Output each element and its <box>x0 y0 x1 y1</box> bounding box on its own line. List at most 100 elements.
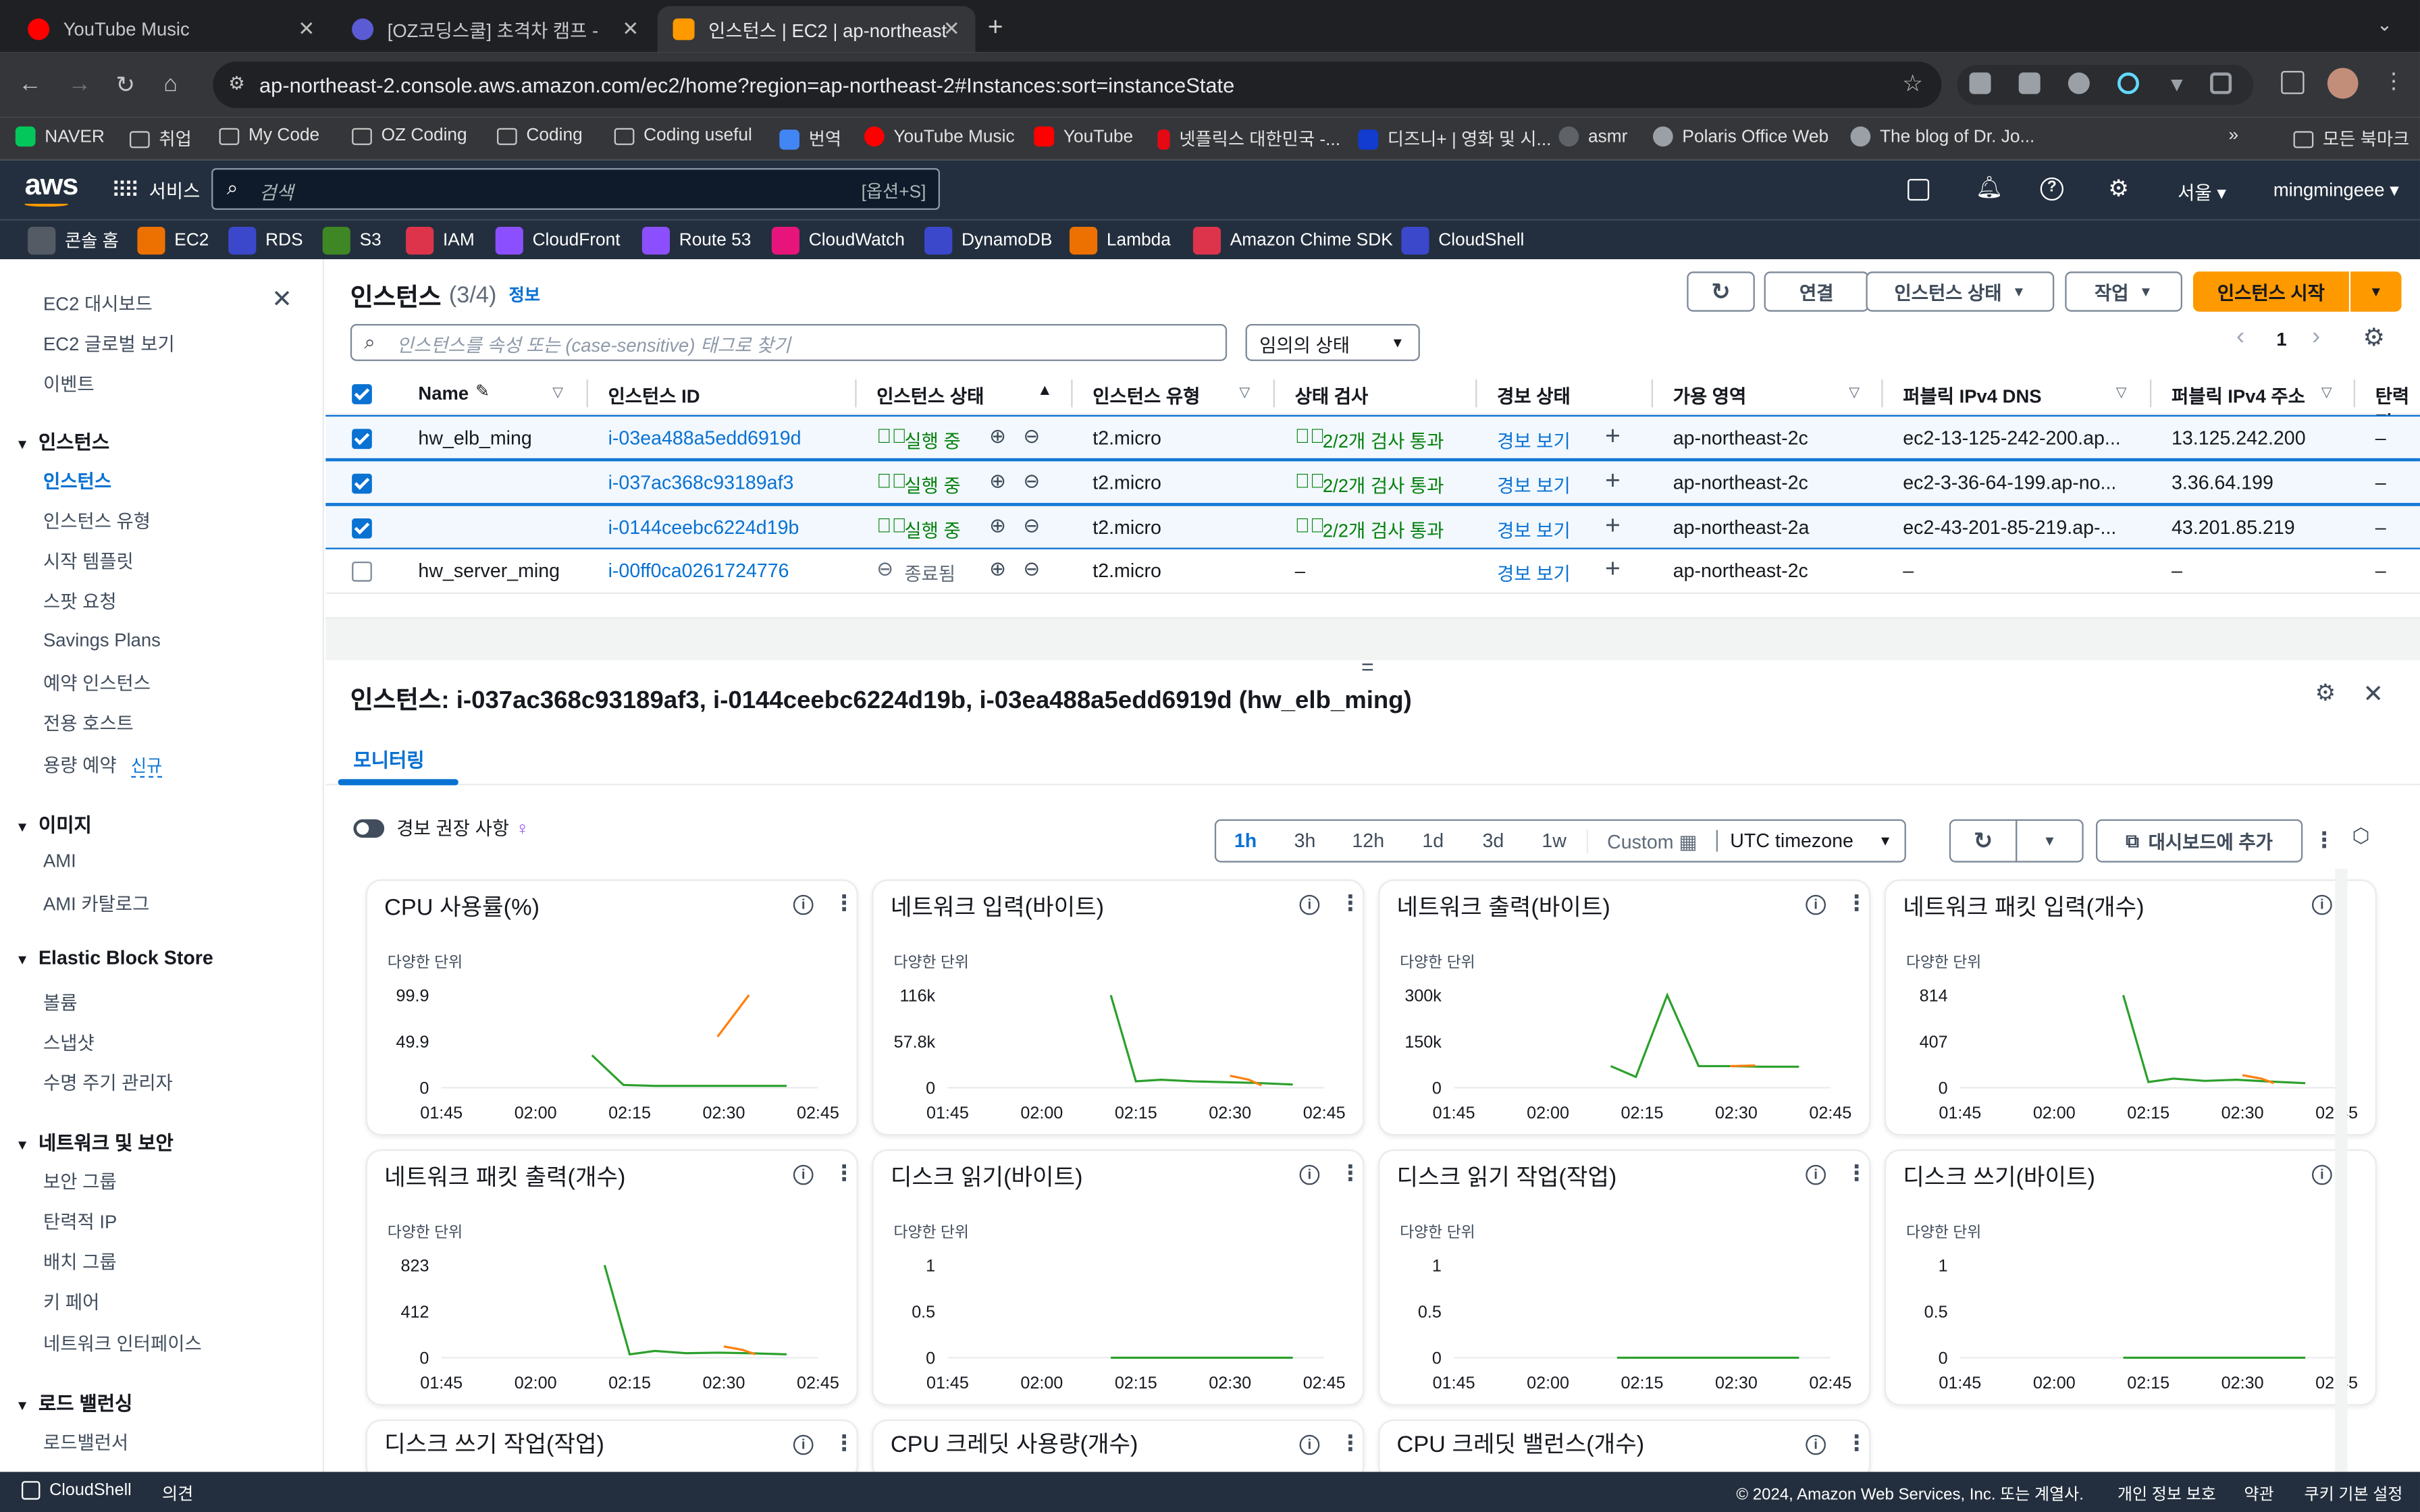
hand-extension-icon[interactable] <box>2068 72 2090 94</box>
range-1h[interactable]: 1h <box>1216 830 1275 852</box>
view-alarms-link[interactable]: 경보 보기 <box>1497 472 1571 498</box>
bookmark-polaris[interactable]: Polaris Office Web <box>1652 126 1829 147</box>
bookmark-netflix[interactable]: 넷플릭스 대한민국 -... <box>1157 126 1340 151</box>
edit-pencil-icon[interactable]: ✎ <box>475 381 490 401</box>
add-alarm-plus-icon[interactable]: + <box>1605 421 1621 452</box>
connect-button[interactable]: 연결 <box>1764 271 1869 312</box>
close-sidebar-icon[interactable]: ✕ <box>271 284 292 315</box>
sidebar-item-reserved-instances[interactable]: 예약 인스턴스 <box>43 670 151 696</box>
table-row[interactable]: hw_elb_ming i-03ea488a5edd6919d ✓⃝ 실행 중 ⊕ ⊖ t2… <box>325 414 2420 460</box>
instance-filter-input[interactable]: ⌕ 인스턴스를 속성 또는 (case-sensitive) 태그로 찾기 <box>350 323 1228 361</box>
browser-tab-ozcoding[interactable]: [OZ코딩스쿨] 초격차 캠프 - ✕ <box>336 6 654 53</box>
launch-instance-dropdown[interactable]: ▼ <box>2350 271 2402 312</box>
react-extension-icon[interactable] <box>2117 72 2139 94</box>
sidebar-section-images[interactable]: ▼ 이미지 <box>16 809 92 838</box>
metric-line-chart[interactable]: 1 0.5 0 01:45 02:00 02:15 02:30 02:45 <box>1379 1237 1869 1407</box>
bookmark-folder-all[interactable]: 모든 북마크 <box>2293 126 2409 151</box>
zoom-in-icon[interactable]: ⊕ <box>989 557 1006 582</box>
side-panel-icon[interactable] <box>2281 71 2305 94</box>
instance-id-link[interactable]: i-03ea488a5edd6919d <box>608 427 801 449</box>
bookmark-star-icon[interactable]: ☆ <box>1902 70 1923 97</box>
aws-logo[interactable]: aws <box>25 169 79 203</box>
add-alarm-plus-icon[interactable]: + <box>1605 554 1621 585</box>
favorite-s3[interactable]: S3 <box>322 226 382 255</box>
favorite-iam[interactable]: IAM <box>406 226 475 255</box>
new-tab-icon[interactable]: + <box>988 12 1003 43</box>
sidebar-item-launch-templates[interactable]: 시작 템플릿 <box>43 547 134 574</box>
scrollbar-track[interactable] <box>2335 868 2348 1472</box>
column-header-ip[interactable]: 퍼블릭 IPv4 주소 <box>2172 383 2305 409</box>
zoom-out-icon[interactable]: ⊖ <box>1023 469 1040 494</box>
sidebar-item-savings-plans[interactable]: Savings Plans <box>43 630 161 651</box>
menu-icon[interactable]: ⋮ <box>2383 68 2404 94</box>
table-preferences-gear-icon[interactable]: ⚙ <box>2363 323 2385 354</box>
info-icon[interactable]: i <box>2311 1164 2332 1185</box>
launch-instance-button[interactable]: 인스턴스 시작 <box>2192 271 2349 312</box>
info-icon[interactable]: i <box>1806 894 1826 915</box>
info-icon[interactable]: i <box>1806 1164 1826 1185</box>
refresh-interval-dropdown[interactable]: ▼ <box>2016 819 2084 863</box>
row-checkbox[interactable] <box>352 473 372 494</box>
favorite-chime-sdk[interactable]: Amazon Chime SDK <box>1192 226 1393 255</box>
range-1d[interactable]: 1d <box>1401 830 1465 852</box>
column-header-name[interactable]: Name <box>418 383 469 404</box>
sidebar-item-lifecycle-manager[interactable]: 수명 주기 관리자 <box>43 1069 173 1096</box>
profile-avatar[interactable] <box>2327 68 2359 99</box>
more-options-icon[interactable]: ⋮ <box>2313 827 2335 853</box>
metric-line-chart[interactable]: 99.9 49.9 0 01:45 02:00 02:15 02:30 02:45 <box>367 967 857 1137</box>
bookmark-asmr[interactable]: asmr <box>1558 126 1627 147</box>
sidebar-item-load-balancers[interactable]: 로드밸런서 <box>43 1429 128 1455</box>
favorite-console-home[interactable]: 콘솔 홈 <box>28 226 119 255</box>
footer-feedback-link[interactable]: 의견 <box>162 1481 193 1506</box>
favorite-rds[interactable]: RDS <box>228 226 303 255</box>
notifications-bell-icon[interactable]: 🔔︎ <box>1976 174 2003 200</box>
row-checkbox[interactable] <box>352 561 372 582</box>
sidebar-section-ebs[interactable]: ▼ Elastic Block Store <box>16 947 213 969</box>
bookmark-naver[interactable]: NAVER <box>15 126 105 147</box>
zoom-in-icon[interactable]: ⊕ <box>989 469 1006 494</box>
table-row[interactable]: i-037ac368c93189af3 ✓⃝ 실행 중 ⊕ ⊖ t2.micro ✓⃝ 2/2… <box>325 460 2420 505</box>
favorite-cloudwatch[interactable]: CloudWatch <box>771 226 905 255</box>
info-icon[interactable]: i <box>1299 894 1320 915</box>
aws-search-input[interactable]: ⌕ 검색 [옵션+S] <box>211 168 940 210</box>
browser-tab-ec2[interactable]: 인스턴스 | EC2 | ap-northeast- ✕ <box>657 6 976 53</box>
close-tab-icon[interactable]: ✕ <box>298 17 315 42</box>
footer-privacy-link[interactable]: 개인 정보 보호 <box>2118 1483 2216 1506</box>
forward-icon[interactable]: → <box>68 71 91 97</box>
footer-terms-link[interactable]: 약관 <box>2244 1483 2273 1506</box>
cloudshell-icon[interactable] <box>1908 179 1930 201</box>
close-panel-icon[interactable]: ✕ <box>2363 679 2384 710</box>
range-3h[interactable]: 3h <box>1275 830 1335 852</box>
table-row[interactable]: i-0144ceebc6224d19b ✓⃝ 실행 중 ⊕ ⊖ t2.micro ✓⃝ 2/2… <box>325 504 2420 549</box>
favorite-ec2[interactable]: EC2 <box>137 226 209 255</box>
footer-cookies-link[interactable]: 쿠키 기본 설정 <box>2305 1483 2403 1506</box>
bookmark-blog[interactable]: The blog of Dr. Jo... <box>1850 126 2034 147</box>
kebab-menu-icon[interactable]: ⋮ <box>833 1430 855 1457</box>
kebab-menu-icon[interactable]: ⋮ <box>1846 1430 1868 1457</box>
puzzle-extension-icon[interactable] <box>2210 72 2232 94</box>
range-1w[interactable]: 1w <box>1522 830 1587 852</box>
sort-icon[interactable]: ▽ <box>2116 384 2127 401</box>
sort-icon[interactable]: ▽ <box>552 384 563 401</box>
sort-icon[interactable]: ▽ <box>2321 384 2332 401</box>
sidebar-item-capacity-reservations[interactable]: 용량 예약 신규 <box>43 751 163 778</box>
sort-icon[interactable]: ▽ <box>1239 384 1250 401</box>
next-page-icon[interactable]: › <box>2312 324 2320 352</box>
sidebar-section-load-balancing[interactable]: ▼ 로드 밸런싱 <box>16 1387 132 1416</box>
sidebar-item-instance-types[interactable]: 인스턴스 유형 <box>43 508 151 534</box>
favorite-cloudfront[interactable]: CloudFront <box>495 226 621 255</box>
metric-line-chart[interactable]: 823 412 0 01:45 02:00 02:15 02:30 02:45 <box>367 1237 857 1407</box>
sidebar-item-security-groups[interactable]: 보안 그룹 <box>43 1168 117 1194</box>
sidebar-item-network-interfaces[interactable]: 네트워크 인터페이스 <box>43 1330 202 1356</box>
bookmark-folder-mycode[interactable]: My Code <box>219 126 319 145</box>
zoom-out-icon[interactable]: ⊖ <box>1023 425 1040 450</box>
dashboard-settings-icon[interactable]: ⬡ <box>2352 824 2369 849</box>
view-alarms-link[interactable]: 경보 보기 <box>1497 517 1571 543</box>
column-header-status-check[interactable]: 상태 검사 <box>1295 383 1369 409</box>
account-menu[interactable]: mingmingeee ▾ <box>2273 179 2399 200</box>
sidebar-item-key-pairs[interactable]: 키 페어 <box>43 1289 99 1315</box>
state-filter-select[interactable]: 임의의 상태 ▼ <box>1245 323 1420 361</box>
info-icon[interactable]: i <box>1299 1164 1320 1185</box>
favorite-dynamodb[interactable]: DynamoDB <box>924 226 1052 255</box>
toggle-switch[interactable] <box>353 818 385 837</box>
